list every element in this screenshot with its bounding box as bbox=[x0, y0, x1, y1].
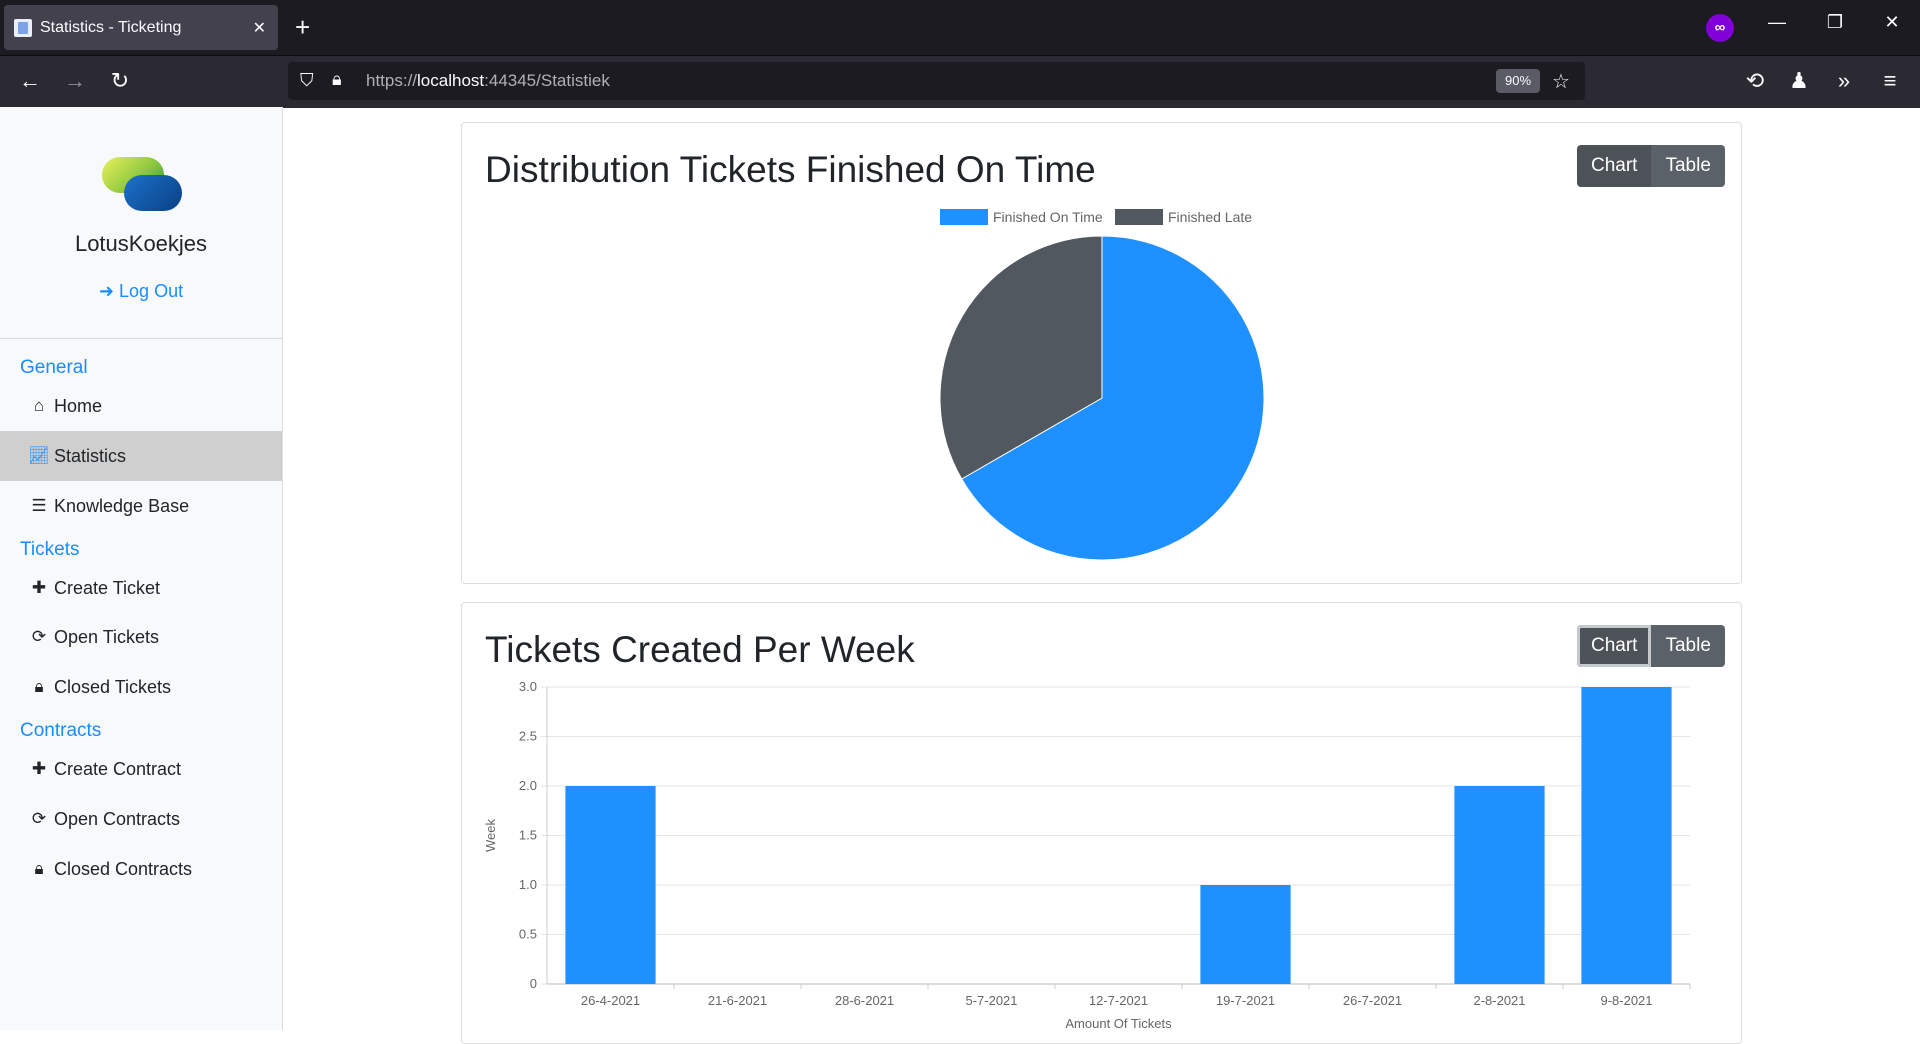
pie-chart-card: Distribution Tickets Finished On Time Ch… bbox=[461, 122, 1742, 584]
section-contracts: Contracts bbox=[20, 720, 102, 741]
sidebar-item-home[interactable]: ⌂ Home bbox=[0, 381, 282, 431]
divider bbox=[0, 338, 282, 339]
y-tick-label: 0.5 bbox=[519, 927, 537, 942]
url-host: localhost bbox=[417, 71, 485, 90]
chart-line-icon: 📈︎ bbox=[28, 446, 50, 465]
x-tick-label: 12-7-2021 bbox=[1089, 993, 1148, 1008]
browser-tab[interactable]: Statistics - Ticketing ✕ bbox=[4, 5, 278, 50]
plus-icon: ✚ bbox=[31, 578, 47, 597]
plus-icon: ✚ bbox=[31, 759, 47, 778]
reload-icon[interactable]: ↻ bbox=[105, 66, 135, 96]
x-tick-label: 26-4-2021 bbox=[581, 993, 640, 1008]
lock-icon[interactable]: 🔒︎ bbox=[332, 69, 342, 90]
logout-link[interactable]: ➜ Log Out bbox=[0, 281, 282, 302]
overflow-chevron-icon[interactable]: » bbox=[1829, 66, 1859, 96]
private-browsing-icon: ∞ bbox=[1706, 14, 1734, 42]
legend-label: Finished On Time bbox=[993, 209, 1103, 225]
back-icon[interactable]: ← bbox=[15, 66, 45, 96]
sidebar-item-statistics[interactable]: 📈︎ Statistics bbox=[0, 431, 282, 481]
section-tickets: Tickets bbox=[20, 539, 80, 560]
x-tick-label: 19-7-2021 bbox=[1216, 993, 1275, 1008]
x-tick-label: 2-8-2021 bbox=[1473, 993, 1525, 1008]
lock-icon: 🔒︎ bbox=[34, 859, 44, 878]
sidebar-item-label: Create Ticket bbox=[54, 577, 161, 598]
x-tick-label: 26-7-2021 bbox=[1343, 993, 1402, 1008]
sidebar-item-closed-tickets[interactable]: 🔒︎ Closed Tickets bbox=[0, 662, 282, 712]
sidebar-item-open-contracts[interactable]: ⟳ Open Contracts bbox=[0, 794, 282, 844]
sidebar-item-create-ticket[interactable]: ✚ Create Ticket bbox=[0, 563, 282, 613]
legend-swatch bbox=[1115, 209, 1163, 225]
url-text[interactable]: https://localhost:44345/Statistiek bbox=[366, 71, 610, 91]
tab-close-icon[interactable]: ✕ bbox=[253, 18, 266, 38]
x-tick-label: 21-6-2021 bbox=[708, 993, 767, 1008]
extension-icon[interactable]: ♟ bbox=[1784, 66, 1814, 96]
new-tab-icon[interactable]: + bbox=[295, 12, 310, 42]
bar bbox=[1200, 885, 1291, 984]
sidebar: LotusKoekjes ➜ Log Out General ⌂ Home 📈︎ S… bbox=[0, 107, 283, 1030]
url-path: :44345/Statistiek bbox=[484, 71, 610, 90]
y-tick-label: 1.0 bbox=[519, 877, 537, 892]
bar-chart: 0 0.5 1.0 1.5 2.0 2.5 3.0 26-4-2021 21-6-2021 28-… bbox=[483, 679, 1691, 1031]
sidebar-item-label: Open Contracts bbox=[54, 808, 181, 829]
sidebar-item-knowledge-base[interactable]: ☰ Knowledge Base bbox=[0, 481, 282, 531]
sign-out-icon: ➜ bbox=[98, 281, 115, 301]
sidebar-item-label: Closed Contracts bbox=[54, 858, 193, 879]
zoom-indicator[interactable]: 90% bbox=[1496, 69, 1540, 93]
brand-name: LotusKoekjes bbox=[74, 231, 208, 256]
tracking-shield-icon[interactable]: ⛉ bbox=[300, 70, 314, 91]
database-icon: ☰ bbox=[31, 496, 47, 515]
sidebar-item-label: Closed Tickets bbox=[54, 676, 172, 697]
bookmark-star-icon[interactable]: ☆ bbox=[1552, 69, 1570, 94]
browser-toolbar: ← → ↻ ⛉ 🔒︎ https://localhost:44345/Stati… bbox=[0, 55, 1920, 108]
browser-tab-strip: Statistics - Ticketing ✕ + ∞ — ❐ ✕ bbox=[0, 0, 1920, 55]
sidebar-item-closed-contracts[interactable]: 🔒︎ Closed Contracts bbox=[0, 844, 282, 894]
logo bbox=[102, 157, 182, 213]
address-bar[interactable]: ⛉ 🔒︎ https://localhost:44345/Statistiek … bbox=[288, 62, 1585, 100]
pie-chart: Finished On Time Finished Late bbox=[939, 209, 1265, 561]
refresh-icon: ⟳ bbox=[31, 809, 47, 828]
restore-icon[interactable]: ❐ bbox=[1820, 12, 1850, 33]
y-tick-label: 3.0 bbox=[519, 679, 537, 694]
sidebar-item-open-tickets[interactable]: ⟳ Open Tickets bbox=[0, 612, 282, 662]
lock-icon: 🔒︎ bbox=[34, 677, 44, 696]
x-axis-label: Amount Of Tickets bbox=[1065, 1016, 1172, 1031]
forward-icon[interactable]: → bbox=[60, 66, 90, 96]
home-icon: ⌂ bbox=[33, 396, 45, 415]
close-window-icon[interactable]: ✕ bbox=[1877, 12, 1907, 33]
y-tick-label: 0 bbox=[530, 976, 537, 991]
logout-label: Log Out bbox=[119, 281, 184, 301]
sidebar-item-label: Statistics bbox=[54, 445, 127, 466]
x-tick-label: 28-6-2021 bbox=[835, 993, 894, 1008]
y-axis-label: Week bbox=[483, 819, 498, 852]
sidebar-item-label: Home bbox=[54, 395, 103, 416]
section-general: General bbox=[20, 357, 88, 378]
y-tick-label: 2.0 bbox=[519, 778, 537, 793]
history-icon[interactable]: ⟲ bbox=[1740, 66, 1770, 96]
menu-icon[interactable]: ≡ bbox=[1875, 66, 1905, 96]
tab-title: Statistics - Ticketing bbox=[40, 18, 182, 36]
y-tick-label: 2.5 bbox=[519, 729, 537, 744]
url-scheme: https:// bbox=[366, 71, 418, 90]
refresh-icon: ⟳ bbox=[31, 627, 47, 646]
sidebar-item-create-contract[interactable]: ✚ Create Contract bbox=[0, 744, 282, 794]
sidebar-item-label: Knowledge Base bbox=[54, 495, 190, 516]
bar bbox=[1581, 687, 1672, 984]
page-favicon-icon bbox=[14, 18, 32, 37]
bar-chart-card: Tickets Created Per Week Chart Table 0 0.… bbox=[461, 602, 1742, 1044]
y-tick-label: 1.5 bbox=[519, 828, 537, 843]
minimize-icon[interactable]: — bbox=[1762, 12, 1792, 33]
bar bbox=[1454, 786, 1545, 984]
x-tick-label: 5-7-2021 bbox=[965, 993, 1017, 1008]
legend-label: Finished Late bbox=[1168, 209, 1252, 225]
x-tick-label: 9-8-2021 bbox=[1600, 993, 1652, 1008]
sidebar-item-label: Create Contract bbox=[54, 758, 182, 779]
bar bbox=[565, 786, 656, 984]
legend-swatch bbox=[940, 209, 988, 225]
sidebar-item-label: Open Tickets bbox=[54, 626, 160, 647]
